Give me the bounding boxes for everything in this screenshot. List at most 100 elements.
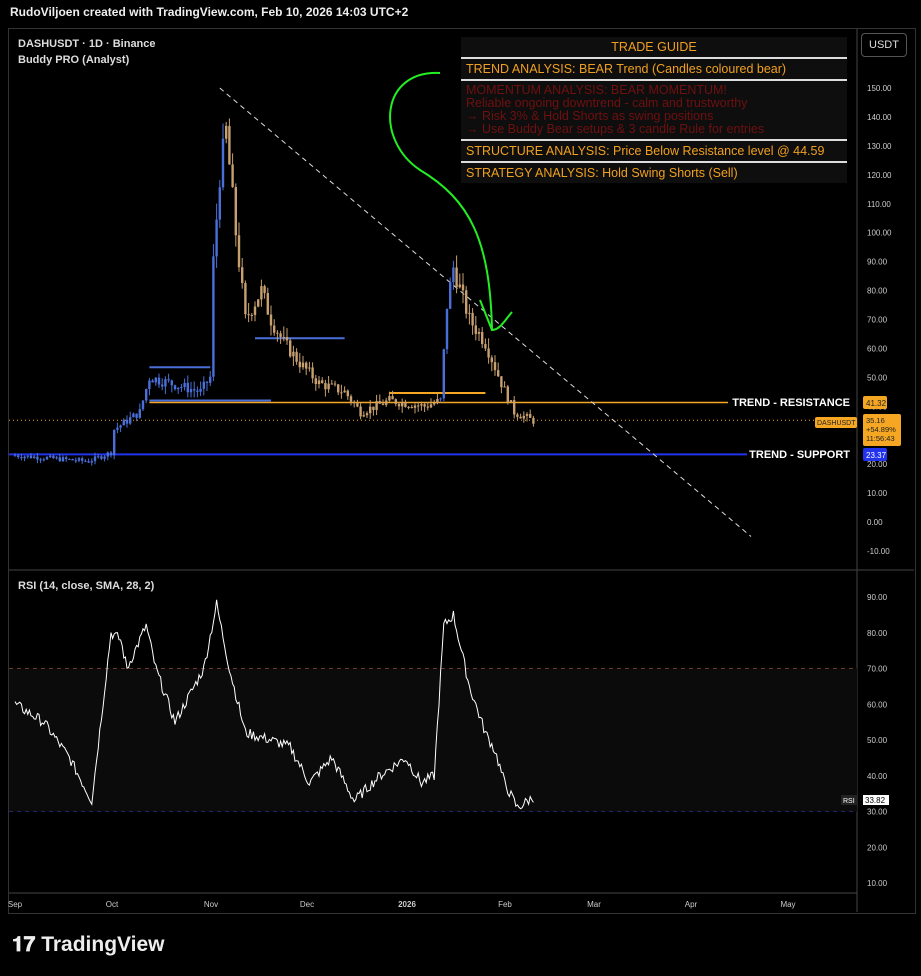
time-tick: Sep xyxy=(8,900,23,909)
price-tick: 120.00 xyxy=(867,171,892,180)
candle xyxy=(49,455,52,458)
candle xyxy=(468,312,471,314)
last-price-info: +54.89% xyxy=(866,425,896,434)
candle xyxy=(500,376,503,388)
candle xyxy=(106,452,109,457)
candle xyxy=(116,427,119,430)
candle xyxy=(23,456,26,459)
candle xyxy=(423,404,426,407)
candle xyxy=(369,406,372,414)
candle xyxy=(250,315,253,317)
candle xyxy=(244,283,247,315)
momentum-line: Reliable ongoing downtrend - calm and tr… xyxy=(466,96,748,110)
candle xyxy=(321,380,324,384)
candle xyxy=(314,378,317,385)
candle xyxy=(225,125,228,139)
candle xyxy=(372,406,375,410)
time-tick: Nov xyxy=(204,900,218,909)
candle xyxy=(522,415,525,419)
candle xyxy=(493,362,497,371)
candle xyxy=(452,267,455,282)
candle xyxy=(497,370,500,377)
candle xyxy=(292,351,295,357)
candle xyxy=(151,380,154,383)
candle xyxy=(439,398,442,400)
candle xyxy=(285,337,289,341)
candle xyxy=(327,383,330,390)
candle xyxy=(404,402,407,408)
candle xyxy=(340,392,343,394)
candle xyxy=(221,138,225,188)
candle xyxy=(426,406,429,408)
last-price-info: 11:56:43 xyxy=(866,434,895,443)
candle xyxy=(84,460,87,462)
candle xyxy=(180,387,183,389)
candle xyxy=(109,452,113,456)
resistance-label: TREND - RESISTANCE xyxy=(732,397,850,409)
tradingview-logo[interactable]: 𝟏𝟕 TradingView xyxy=(12,933,165,957)
candle xyxy=(266,293,269,315)
candle xyxy=(401,402,404,407)
candle xyxy=(132,413,135,418)
candle xyxy=(215,219,218,257)
rsi-tag-text: RSI xyxy=(843,798,855,805)
candle xyxy=(39,459,42,461)
candle xyxy=(477,332,481,334)
candle xyxy=(445,308,449,350)
candle xyxy=(385,400,388,405)
candle xyxy=(157,377,161,385)
candle xyxy=(346,390,349,397)
candle xyxy=(36,456,39,460)
price-tick: -10.00 xyxy=(867,547,890,556)
time-tick: May xyxy=(780,900,795,909)
candle xyxy=(125,419,129,424)
symbol-tag-text: DASHUSDT xyxy=(817,420,856,427)
candle xyxy=(260,286,263,300)
candle xyxy=(167,379,170,381)
candle xyxy=(177,387,180,390)
candle xyxy=(525,414,529,416)
candle xyxy=(148,380,151,390)
candle xyxy=(58,457,61,462)
support-label: TREND - SUPPORT xyxy=(749,449,850,461)
candle xyxy=(356,403,359,407)
currency-button[interactable]: USDT xyxy=(861,33,907,57)
candle xyxy=(52,455,55,459)
price-tick: 70.00 xyxy=(867,315,888,324)
candle xyxy=(257,299,260,307)
candle xyxy=(145,389,148,401)
candle xyxy=(234,187,237,236)
candle xyxy=(77,458,81,461)
price-tick: 110.00 xyxy=(867,200,891,209)
candle xyxy=(183,382,186,388)
indicator-legend[interactable]: Buddy PRO (Analyst) xyxy=(18,52,156,68)
candle xyxy=(308,367,311,369)
candle xyxy=(228,125,231,165)
candle xyxy=(263,286,266,294)
candle xyxy=(87,461,90,463)
candle xyxy=(119,425,122,428)
candle xyxy=(484,344,487,349)
candle xyxy=(365,413,369,416)
candle xyxy=(474,325,477,334)
rsi-tick: 30.00 xyxy=(867,808,888,817)
candle xyxy=(330,383,333,385)
candle xyxy=(362,415,365,417)
price-tick: 20.00 xyxy=(867,460,888,469)
candle xyxy=(394,399,397,404)
candle xyxy=(269,314,273,326)
symbol-legend[interactable]: DASHUSDT · 1D · Binance xyxy=(18,36,156,52)
candle xyxy=(253,306,257,316)
candle xyxy=(141,400,145,410)
candle xyxy=(212,256,215,377)
candle xyxy=(26,455,29,457)
candle xyxy=(311,367,314,379)
candle xyxy=(231,164,234,188)
candle xyxy=(305,362,308,369)
rsi-legend[interactable]: RSI (14, close, SMA, 28, 2) xyxy=(18,578,154,594)
candle xyxy=(122,419,125,426)
candle xyxy=(45,457,49,460)
trade-guide-panel: TRADE GUIDE TREND ANALYSIS: BEAR Trend (… xyxy=(461,37,847,183)
candle xyxy=(471,312,474,326)
candle xyxy=(413,405,417,408)
